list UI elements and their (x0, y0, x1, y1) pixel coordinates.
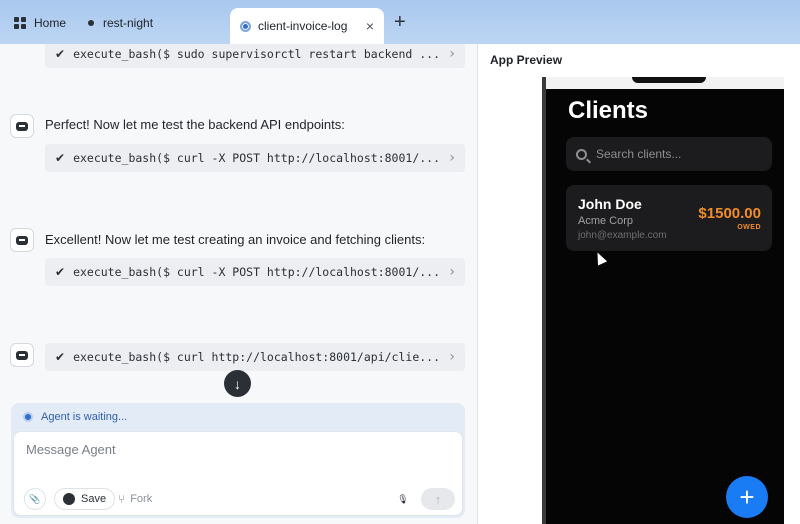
tab-rest-night-label: rest-night (103, 16, 154, 30)
save-label: Save (81, 493, 107, 505)
check-icon: ✔ (55, 47, 66, 61)
command-row[interactable]: ✔ execute_bash($ curl -X POST http://loc… (45, 144, 465, 172)
message-placeholder: Message Agent (26, 442, 116, 457)
chat-panel: ✔ execute_bash($ sudo supervisorctl rest… (0, 44, 477, 524)
preview-title: App Preview (490, 53, 563, 67)
agent-message: Excellent! Now let me test creating an i… (45, 232, 426, 247)
command-row[interactable]: ✔ execute_bash($ curl http://localhost:8… (45, 343, 465, 371)
dot-icon (88, 20, 94, 26)
phone-frame: Clients Search clients... John Doe Acme … (542, 77, 784, 524)
fork-button[interactable]: ⑂ Fork (118, 488, 152, 510)
check-icon: ✔ (55, 265, 66, 279)
add-client-button[interactable]: + (726, 476, 768, 518)
command-text: execute_bash($ curl -X POST http://local… (73, 151, 441, 165)
command-text: execute_bash($ sudo supervisorctl restar… (73, 47, 441, 61)
close-tab-icon[interactable]: × (366, 18, 374, 34)
tab-home[interactable]: Home (14, 8, 66, 38)
new-tab-button[interactable]: + (394, 12, 406, 32)
client-card[interactable]: John Doe Acme Corp john@example.com $150… (566, 185, 772, 251)
github-icon (63, 493, 75, 505)
tab-home-label: Home (34, 16, 67, 30)
status-bar (546, 77, 784, 89)
check-icon: ✔ (55, 151, 66, 165)
client-name: John Doe (578, 196, 642, 212)
tab-bar: Home rest-night client-invoice-log × + (0, 0, 800, 44)
client-company: Acme Corp (578, 215, 634, 227)
chevron-right-icon: › (449, 150, 455, 166)
chevron-right-icon: › (449, 264, 455, 280)
composer: Agent is waiting... Message Agent 📎 Save… (11, 403, 465, 518)
send-arrow-icon: ↑ (434, 491, 442, 507)
app-preview-panel: App Preview Clients Search clients... Jo… (478, 44, 800, 524)
check-icon: ✔ (55, 350, 66, 364)
tab-client-invoice-log-label: client-invoice-log (258, 19, 348, 33)
command-row[interactable]: ✔ execute_bash($ sudo supervisorctl rest… (45, 44, 465, 68)
phone-notch (632, 77, 706, 83)
tab-client-invoice-log[interactable]: client-invoice-log × (230, 8, 384, 44)
grid-icon (14, 17, 26, 29)
client-status-badge: OWED (737, 224, 761, 231)
agent-avatar-icon (10, 114, 34, 138)
chevron-right-icon: › (449, 46, 455, 62)
fork-label: Fork (130, 493, 153, 505)
command-text: execute_bash($ curl http://localhost:800… (73, 350, 441, 364)
status-dot-icon (23, 412, 33, 422)
agent-status-text: Agent is waiting... (41, 411, 128, 423)
client-amount: $1500.00 (698, 205, 761, 222)
agent-status: Agent is waiting... (23, 411, 127, 423)
project-status-icon (240, 20, 251, 32)
paperclip-icon: 📎 (29, 493, 41, 504)
save-button[interactable]: Save (54, 488, 116, 510)
agent-avatar-icon (10, 228, 34, 252)
clients-heading: Clients (568, 97, 649, 124)
agent-avatar-icon (10, 343, 34, 367)
send-button[interactable]: ↑ (421, 488, 455, 510)
client-email: john@example.com (578, 230, 667, 241)
microphone-icon: 🎙 (397, 493, 409, 504)
search-placeholder: Search clients... (596, 147, 682, 161)
search-icon (576, 148, 587, 160)
attach-button[interactable]: 📎 (24, 488, 46, 510)
message-input[interactable]: Message Agent 📎 Save ⑂ Fork 🎙 ↑ (13, 431, 463, 516)
tab-rest-night[interactable]: rest-night (80, 8, 153, 38)
command-row[interactable]: ✔ execute_bash($ curl -X POST http://loc… (45, 258, 465, 286)
command-text: execute_bash($ curl -X POST http://local… (73, 265, 441, 279)
client-search-input[interactable]: Search clients... (566, 137, 772, 171)
scroll-down-button[interactable]: ↓ (224, 370, 251, 397)
agent-message: Perfect! Now let me test the backend API… (45, 117, 345, 132)
fork-icon: ⑂ (118, 492, 126, 506)
chevron-right-icon: › (449, 349, 455, 365)
microphone-button[interactable]: 🎙 (392, 488, 414, 510)
